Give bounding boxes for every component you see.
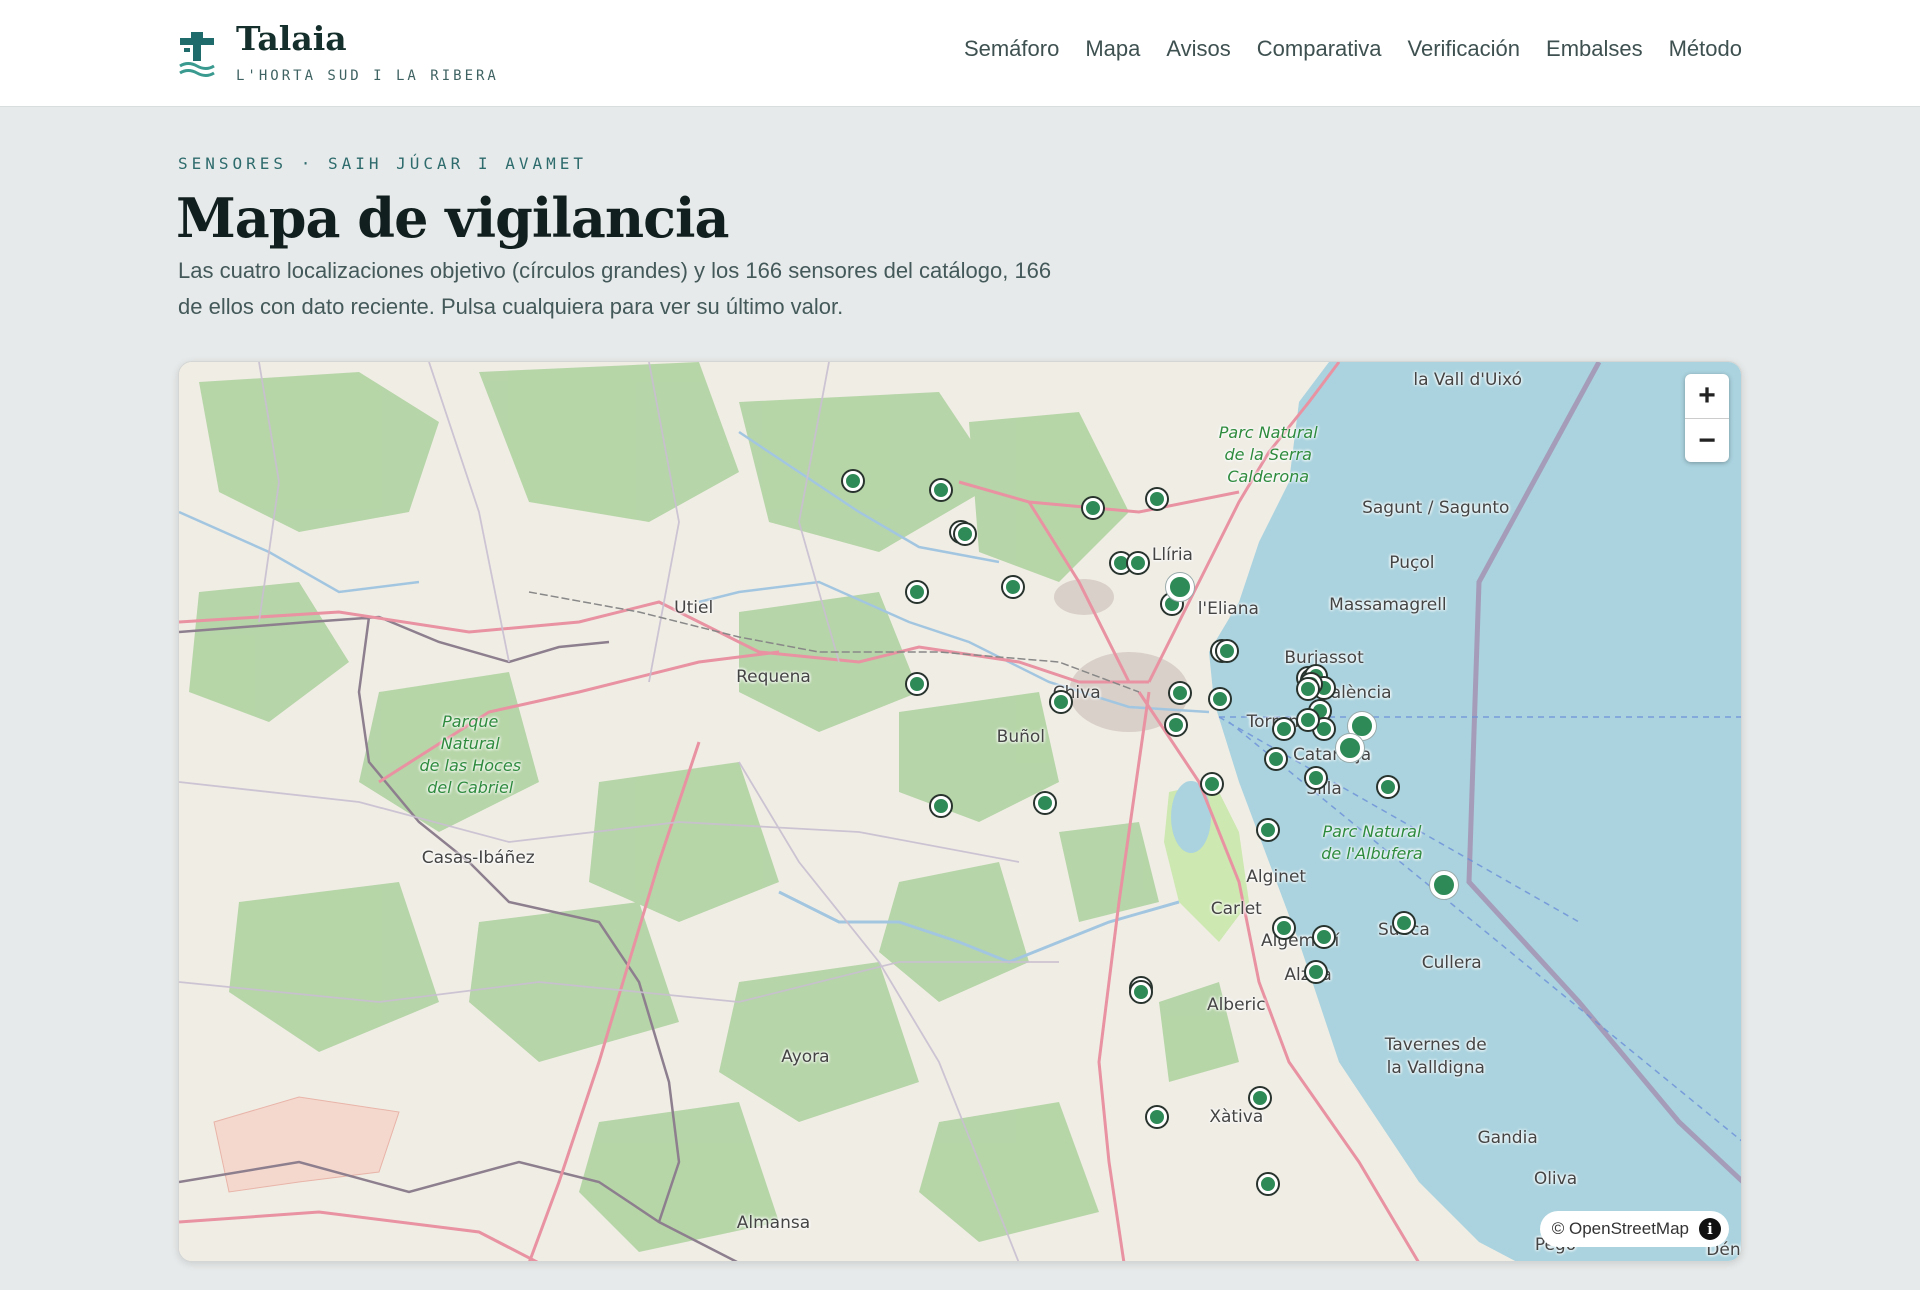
place-label: Puçol	[1389, 553, 1435, 574]
park-label-line: de l'Albufera	[1321, 844, 1423, 864]
zoom-control: + −	[1685, 374, 1729, 462]
sensor-marker[interactable]	[1306, 768, 1327, 789]
place-label: la Valldigna	[1386, 1057, 1485, 1078]
place-label: Sagunt / Sagunto	[1362, 497, 1510, 518]
place-label: la Vall d'Uixó	[1413, 369, 1523, 390]
place-label: Ayora	[781, 1047, 830, 1068]
sensor-marker[interactable]	[1082, 497, 1103, 518]
sensor-marker[interactable]	[1274, 918, 1295, 939]
sensor-marker[interactable]	[1250, 1087, 1271, 1108]
sensor-marker[interactable]	[1050, 692, 1071, 713]
sensor-marker[interactable]	[1130, 981, 1151, 1002]
section-eyebrow: SENSORES · SAIH JÚCAR I AVAMET	[178, 154, 587, 173]
sensor-marker[interactable]	[954, 524, 975, 545]
sensor-marker[interactable]	[1034, 792, 1055, 813]
park-label: Parc Natural de l'Albufera	[1321, 821, 1422, 865]
map-attribution: © OpenStreetMap i	[1539, 1211, 1729, 1247]
main-nav: Semáforo Mapa Avisos Comparativa Verific…	[964, 36, 1742, 62]
sensor-marker[interactable]	[1128, 553, 1149, 574]
sensor-marker[interactable]	[907, 581, 928, 602]
park-label-line: del Cabriel	[427, 778, 514, 798]
place-label: Xàtiva	[1209, 1107, 1264, 1128]
sensor-marker[interactable]	[1393, 912, 1414, 933]
place-label: Alginet	[1246, 866, 1307, 887]
nav-avisos[interactable]: Avisos	[1166, 36, 1230, 62]
sensor-marker[interactable]	[843, 471, 864, 492]
sensor-marker[interactable]	[907, 674, 928, 695]
sensor-marker[interactable]	[1258, 820, 1279, 841]
sensor-marker[interactable]	[1166, 715, 1187, 736]
place-label: Massamagrell	[1329, 594, 1447, 615]
place-label: Requena	[736, 667, 811, 688]
place-label: Oliva	[1533, 1169, 1578, 1190]
nav-comparativa[interactable]: Comparativa	[1257, 36, 1382, 62]
nav-mapa[interactable]: Mapa	[1085, 36, 1140, 62]
park-label-line: de las Hoces	[419, 756, 522, 776]
attribution-text: © OpenStreetMap	[1551, 1219, 1689, 1238]
place-label: Casas-Ibáñez	[421, 848, 535, 869]
park-label-line: Parc Natural	[1322, 822, 1422, 842]
sensor-marker[interactable]	[1298, 709, 1319, 730]
park-label-line: Parc Natural	[1218, 422, 1318, 442]
park-label-line: de la Serra	[1224, 444, 1312, 464]
zoom-in-button[interactable]: +	[1685, 374, 1729, 418]
nav-metodo[interactable]: Método	[1669, 36, 1742, 62]
sensor-map[interactable]: la Vall d'Uixó Sagunt / Sagunto Puçol Massa…	[178, 361, 1742, 1262]
nav-embalses[interactable]: Embalses	[1546, 36, 1643, 62]
place-label: Buñol	[996, 727, 1046, 748]
sensor-marker[interactable]	[1216, 640, 1237, 661]
place-label: Cullera	[1421, 952, 1482, 973]
place-label: Almansa	[736, 1213, 811, 1234]
sensor-marker[interactable]	[1202, 774, 1223, 795]
place-label: Llíria	[1151, 545, 1193, 566]
place-label: l'Eliana	[1197, 599, 1259, 620]
brand-subtitle: L'HORTA SUD I LA RIBERA	[236, 68, 499, 84]
place-label: Gandia	[1477, 1127, 1538, 1148]
sensor-marker[interactable]	[1002, 577, 1023, 598]
target-location-marker[interactable]	[1166, 573, 1195, 602]
page-lead: Las cuatro localizaciones objetivo (círc…	[178, 258, 1052, 319]
park-label-line: Natural	[440, 734, 500, 754]
place-label: Carlet	[1210, 898, 1262, 919]
sensor-marker[interactable]	[931, 796, 952, 817]
brand-name: Talaia	[236, 19, 347, 58]
sensor-marker[interactable]	[1146, 488, 1167, 509]
place-label: Tavernes de	[1384, 1034, 1487, 1055]
park-label-line: Calderona	[1227, 466, 1310, 486]
place-label: Utiel	[674, 598, 714, 619]
place-label: Burjassot	[1284, 647, 1364, 668]
sensor-marker[interactable]	[1258, 1174, 1279, 1195]
zoom-out-button[interactable]: −	[1685, 418, 1729, 462]
site-header: Talaia L'HORTA SUD I LA RIBERA Semáforo …	[0, 0, 1920, 107]
info-icon[interactable]: i	[1699, 1218, 1721, 1240]
sensor-marker[interactable]	[1210, 688, 1231, 709]
brand[interactable]: Talaia L'HORTA SUD I LA RIBERA	[178, 20, 499, 84]
sensor-marker[interactable]	[1377, 776, 1398, 797]
sensor-marker[interactable]	[1298, 678, 1319, 699]
nav-semaforo[interactable]: Semáforo	[964, 36, 1059, 62]
target-location-marker[interactable]	[1336, 734, 1365, 763]
sensor-marker[interactable]	[1306, 961, 1327, 982]
park-label-line: Parque	[442, 712, 499, 732]
target-location-marker[interactable]	[1429, 870, 1458, 899]
page-title: Mapa de vigilancia	[176, 186, 730, 250]
watchtower-logo-icon	[179, 32, 215, 77]
park-label: Parque Natural de las Hoces del Cabriel	[419, 711, 521, 799]
sensor-marker[interactable]	[1266, 748, 1287, 769]
nav-verificacion[interactable]: Verificación	[1408, 36, 1521, 62]
sensor-marker[interactable]	[931, 480, 952, 501]
sensor-marker[interactable]	[1314, 927, 1335, 948]
sensor-marker[interactable]	[1146, 1107, 1167, 1128]
park-label: Parc Natural de la Serra Calderona	[1219, 422, 1318, 488]
sensor-marker[interactable]	[1170, 683, 1191, 704]
place-label: Alberic	[1206, 995, 1266, 1016]
sensor-marker[interactable]	[1274, 718, 1295, 739]
